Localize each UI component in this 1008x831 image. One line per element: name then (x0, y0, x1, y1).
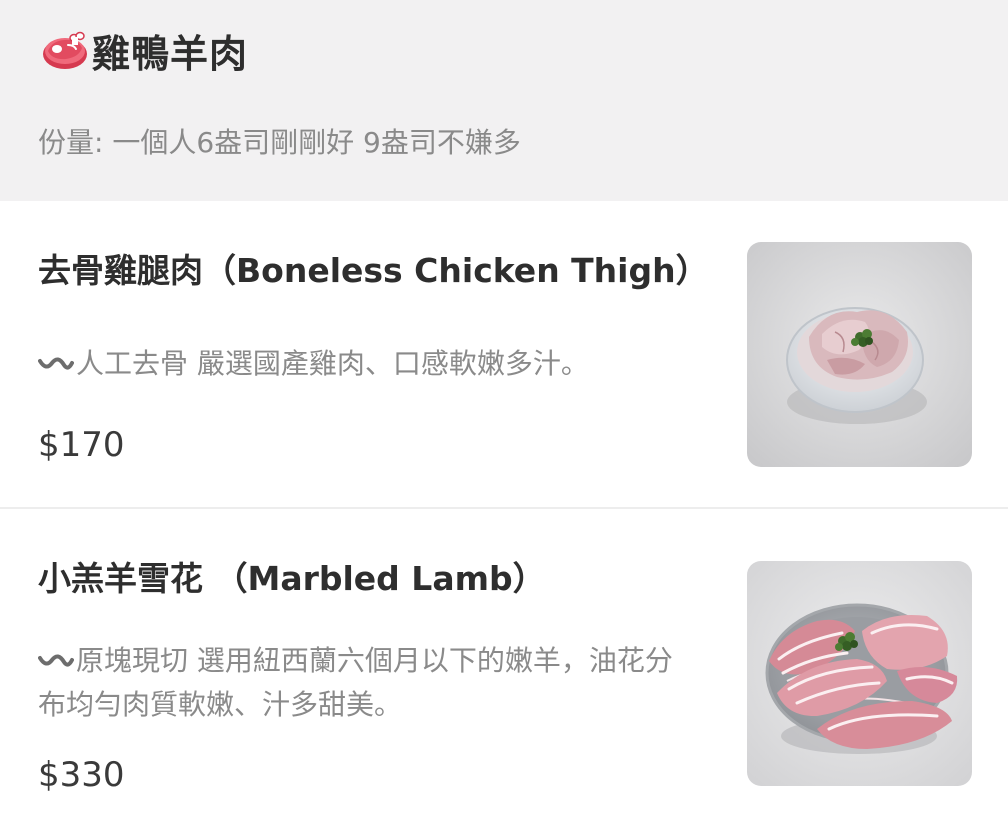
chicken-thigh-photo[interactable] (747, 242, 972, 467)
category-subtitle: 份量: 一個人6盎司剛剛好 9盎司不嫌多 (38, 126, 521, 159)
menu-item-description: 人工去骨 嚴選國產雞肉、口感軟嫩多汁。 (38, 342, 698, 386)
menu-item-name: 去骨雞腿肉（Boneless Chicken Thigh） (38, 251, 709, 290)
menu-item-description: 原塊現切 選用紐西蘭六個月以下的嫩羊，油花分布均勻肉質軟嫩、汁多甜美。 (38, 639, 698, 727)
wave-icon (38, 357, 74, 370)
menu-item-name: 小羔羊雪花 （Marbled Lamb） (38, 559, 546, 598)
category-title-row: 雞鴨羊肉 (38, 24, 248, 76)
wave-icon (38, 654, 74, 667)
menu-item[interactable]: 小羔羊雪花 （Marbled Lamb） 原塊現切 選用紐西蘭六個月以下的嫩羊，… (0, 509, 1008, 831)
category-header: 雞鴨羊肉 份量: 一個人6盎司剛剛好 9盎司不嫌多 (0, 0, 1008, 201)
menu-item-description-text: 人工去骨 嚴選國產雞肉、口感軟嫩多汁。 (76, 347, 589, 380)
meat-steak-icon (43, 31, 87, 69)
menu-item-description-text: 原塊現切 選用紐西蘭六個月以下的嫩羊，油花分布均勻肉質軟嫩、汁多甜美。 (38, 644, 673, 721)
menu-item-price: $170 (38, 425, 125, 465)
menu-item[interactable]: 去骨雞腿肉（Boneless Chicken Thigh） 人工去骨 嚴選國產雞… (0, 201, 1008, 507)
lamb-slices-photo[interactable] (747, 561, 972, 786)
category-title: 雞鴨羊肉 (92, 31, 249, 76)
menu-item-price: $330 (38, 755, 125, 795)
